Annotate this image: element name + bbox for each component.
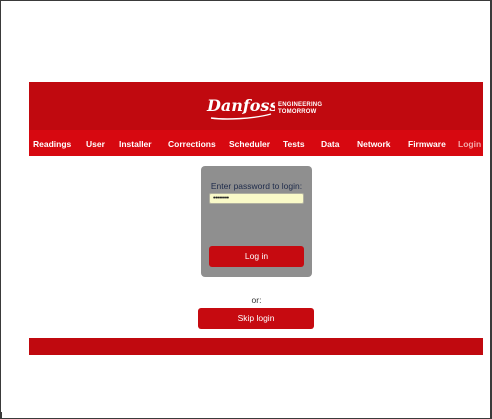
danfoss-logo: Danfoss: [206, 96, 275, 120]
nav-network[interactable]: Network: [357, 139, 391, 149]
frame-corner-mark: [0, 412, 2, 419]
nav-tests[interactable]: Tests: [283, 139, 305, 149]
tagline-line-2: TOMORROW: [278, 108, 317, 115]
login-prompt: Enter password to login:: [210, 181, 303, 191]
nav-user[interactable]: User: [86, 139, 105, 149]
skip-login-button[interactable]: Skip login: [198, 308, 314, 329]
nav-firmware[interactable]: Firmware: [408, 139, 446, 149]
tagline-line-1: ENGINEERING: [278, 102, 323, 108]
nav-corrections[interactable]: Corrections: [168, 139, 216, 149]
login-button[interactable]: Log in: [209, 246, 304, 267]
logo-wordmark: Danfoss: [206, 96, 275, 115]
brand-tagline: ENGINEERING TOMORROW: [278, 102, 322, 115]
or-separator: or:: [251, 295, 262, 305]
nav-scheduler[interactable]: Scheduler: [229, 139, 270, 149]
nav-readings[interactable]: Readings: [33, 139, 71, 149]
nav-login[interactable]: Login: [458, 139, 481, 149]
brand-footer: [29, 338, 483, 355]
password-input[interactable]: [209, 193, 304, 204]
nav-data[interactable]: Data: [321, 139, 339, 149]
nav-installer[interactable]: Installer: [119, 139, 152, 149]
